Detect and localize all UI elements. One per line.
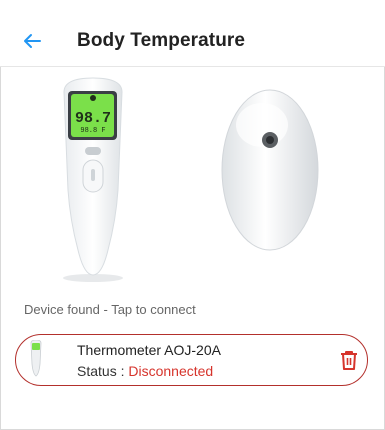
status-label: Status : [77, 363, 129, 379]
trash-icon[interactable] [340, 350, 358, 370]
app-header: Body Temperature [0, 0, 385, 67]
page-title: Body Temperature [77, 30, 246, 51]
thermometer-product-image: 98.7 98.8 F [63, 77, 319, 282]
display-reading: 98.7 [75, 110, 111, 127]
device-found-hint: Device found - Tap to connect [24, 302, 196, 317]
status-value: Disconnected [128, 363, 214, 379]
device-status: Status : Disconnected [77, 363, 213, 379]
device-name: Thermometer AOJ-20A [77, 342, 221, 358]
arrow-left-icon[interactable] [22, 31, 42, 51]
display-sub: 98.8 F [80, 127, 105, 135]
thermometer-thumbnail-icon [30, 340, 42, 377]
